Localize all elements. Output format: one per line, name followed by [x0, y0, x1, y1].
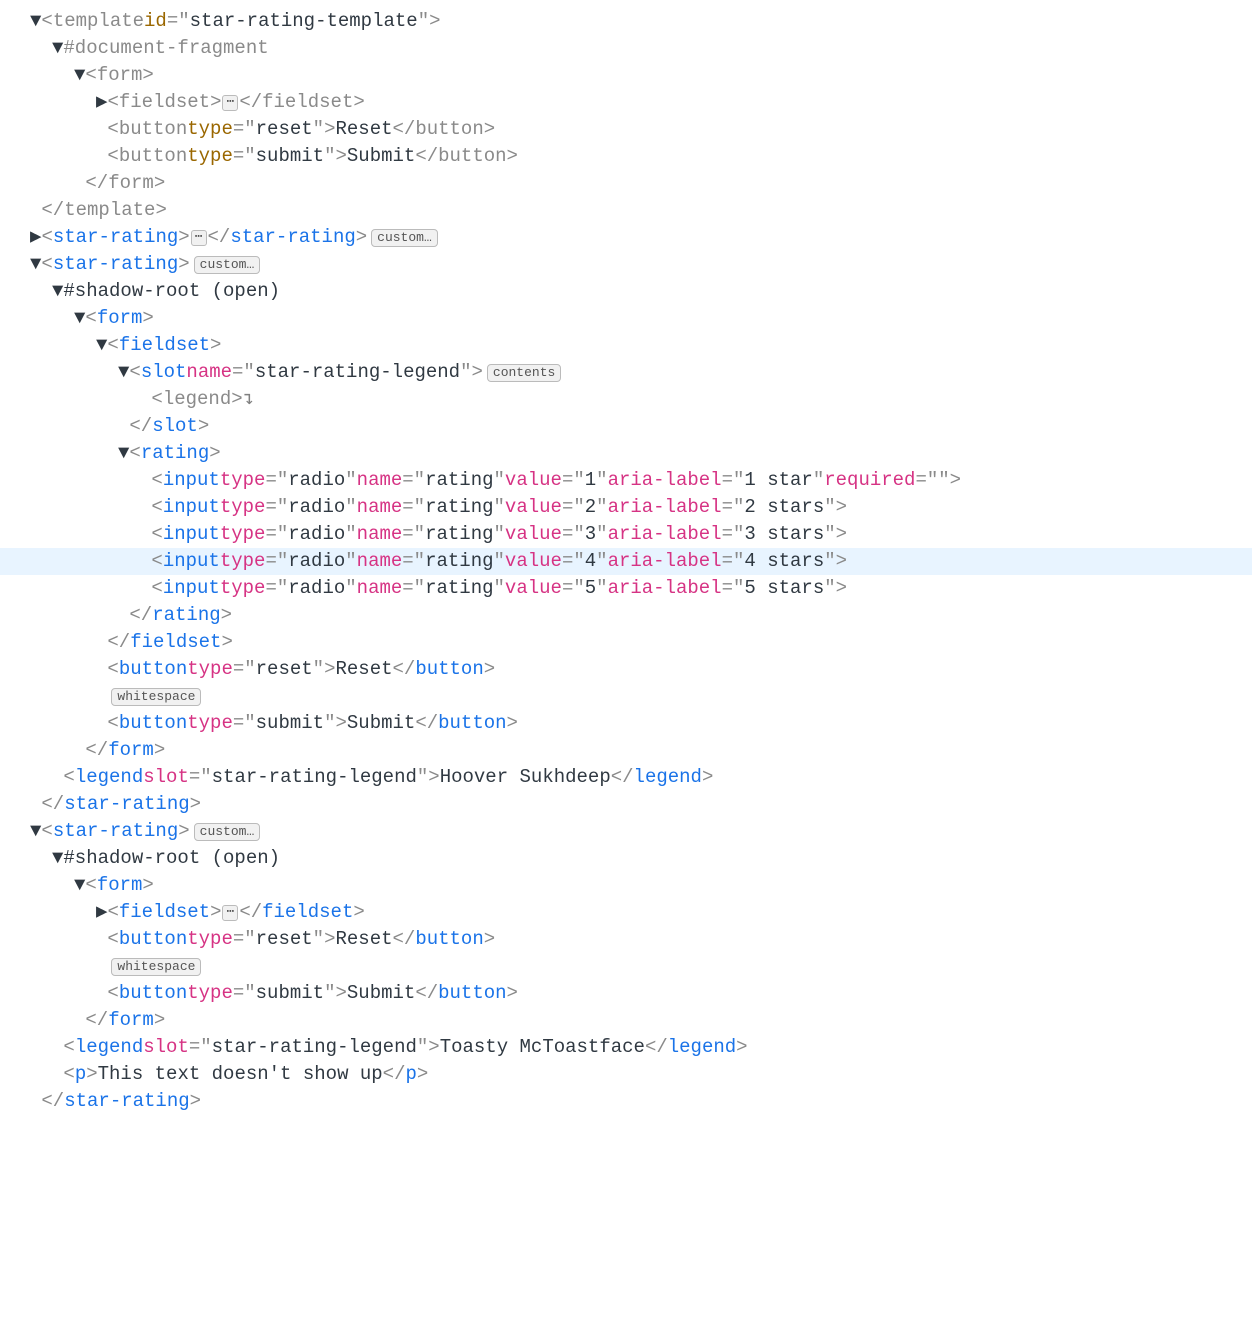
form-open[interactable]: ▼<form> — [0, 305, 1252, 332]
slot-open[interactable]: ▼<slot name="star-rating-legend"> conten… — [0, 359, 1252, 386]
disclosure-triangle-icon[interactable]: ▼ — [96, 332, 107, 359]
contents-badge[interactable]: contents — [487, 364, 561, 382]
reveal-arrow-icon: ↴ — [243, 386, 254, 413]
shadow-root[interactable]: ▼#shadow-root (open) — [0, 845, 1252, 872]
input-radio-5[interactable]: ▼<input type="radio" name="rating" value… — [0, 575, 1252, 602]
button-submit[interactable]: ▼<button type="submit">Submit</button> — [0, 710, 1252, 737]
disclosure-triangle-icon[interactable]: ▼ — [52, 35, 63, 62]
disclosure-triangle-icon[interactable]: ▼ — [74, 872, 85, 899]
legend-light-dom[interactable]: ▼<legend slot="star-rating-legend">Toast… — [0, 1034, 1252, 1061]
custom-badge[interactable]: custom… — [194, 256, 261, 274]
disclosure-triangle-icon[interactable]: ▶ — [30, 224, 41, 251]
star-rating-2-open[interactable]: ▼<star-rating> custom… — [0, 818, 1252, 845]
tag-template: template — [53, 8, 144, 35]
disclosure-triangle-icon[interactable]: ▼ — [118, 440, 129, 467]
disclosure-triangle-icon[interactable]: ▼ — [52, 278, 63, 305]
document-fragment[interactable]: ▼#document-fragment — [0, 35, 1252, 62]
custom-badge[interactable]: custom… — [194, 823, 261, 841]
rating-close: ▼</rating> — [0, 602, 1252, 629]
disclosure-triangle-icon[interactable]: ▼ — [118, 359, 129, 386]
input-radio-2[interactable]: ▼<input type="radio" name="rating" value… — [0, 494, 1252, 521]
button-submit[interactable]: ▼<button type="submit">Submit</button> — [0, 980, 1252, 1007]
star-rating-2-close: ▼</star-rating> — [0, 1088, 1252, 1115]
form-close: ▼</form> — [0, 170, 1252, 197]
ellipsis-badge[interactable]: ⋯ — [191, 230, 207, 246]
custom-badge[interactable]: custom… — [371, 229, 438, 247]
shadow-root[interactable]: ▼#shadow-root (open) — [0, 278, 1252, 305]
template-open[interactable]: ▼<template id="star-rating-template"> — [0, 8, 1252, 35]
star-rating-1-open[interactable]: ▼<star-rating> custom… — [0, 251, 1252, 278]
star-rating-0[interactable]: ▶<star-rating>⋯ </star-rating> custom… — [0, 224, 1252, 251]
whitespace-marker: ▼whitespace — [0, 953, 1252, 980]
fieldset-close: ▼</fieldset> — [0, 629, 1252, 656]
slotted-legend[interactable]: ▼<legend> ↴ — [0, 386, 1252, 413]
dom-tree: ▼<template id="star-rating-template">▼#d… — [0, 8, 1252, 1115]
disclosure-triangle-icon[interactable]: ▼ — [52, 845, 63, 872]
tag-star-rating: star-rating — [53, 818, 178, 845]
whitespace-badge[interactable]: whitespace — [111, 958, 201, 976]
form-close: ▼</form> — [0, 1007, 1252, 1034]
legend-light-dom[interactable]: ▼<legend slot="star-rating-legend">Hoove… — [0, 764, 1252, 791]
button-submit[interactable]: ▼<button type="submit">Submit</button> — [0, 143, 1252, 170]
input-radio-1[interactable]: ▼<input type="radio" name="rating" value… — [0, 467, 1252, 494]
rating-open[interactable]: ▼<rating> — [0, 440, 1252, 467]
fieldset-open[interactable]: ▼<fieldset> — [0, 332, 1252, 359]
fieldset-collapsed[interactable]: ▶<fieldset>⋯</fieldset> — [0, 899, 1252, 926]
shadow-root: #shadow-root (open) — [63, 278, 280, 305]
disclosure-triangle-icon[interactable]: ▼ — [74, 305, 85, 332]
document-fragment: #document-fragment — [63, 35, 268, 62]
fieldset-collapsed[interactable]: ▶<fieldset>⋯</fieldset> — [0, 89, 1252, 116]
whitespace-badge[interactable]: whitespace — [111, 688, 201, 706]
ellipsis-badge[interactable]: ⋯ — [222, 95, 238, 111]
form-open[interactable]: ▼<form> — [0, 62, 1252, 89]
disclosure-triangle-icon[interactable]: ▼ — [30, 8, 41, 35]
whitespace-marker: ▼whitespace — [0, 683, 1252, 710]
disclosure-triangle-icon[interactable]: ▼ — [30, 818, 41, 845]
disclosure-triangle-icon[interactable]: ▶ — [96, 89, 107, 116]
button-reset[interactable]: ▼<button type="reset">Reset</button> — [0, 116, 1252, 143]
form-close: ▼</form> — [0, 737, 1252, 764]
tag-star-rating: star-rating — [53, 224, 178, 251]
disclosure-triangle-icon[interactable]: ▶ — [96, 899, 107, 926]
button-reset[interactable]: ▼<button type="reset">Reset</button> — [0, 656, 1252, 683]
disclosure-triangle-icon[interactable]: ▼ — [30, 251, 41, 278]
star-rating-1-close: ▼</star-rating> — [0, 791, 1252, 818]
tag-star-rating: star-rating — [53, 251, 178, 278]
slot-close: ▼</slot> — [0, 413, 1252, 440]
unslotted-p[interactable]: ▼<p>This text doesn't show up</p> — [0, 1061, 1252, 1088]
disclosure-triangle-icon[interactable]: ▼ — [74, 62, 85, 89]
input-radio-3[interactable]: ▼<input type="radio" name="rating" value… — [0, 521, 1252, 548]
input-radio-4[interactable]: ▼<input type="radio" name="rating" value… — [0, 548, 1252, 575]
button-reset[interactable]: ▼<button type="reset">Reset</button> — [0, 926, 1252, 953]
ellipsis-badge[interactable]: ⋯ — [222, 905, 238, 921]
template-close: ▼</template> — [0, 197, 1252, 224]
shadow-root: #shadow-root (open) — [63, 845, 280, 872]
form-open[interactable]: ▼<form> — [0, 872, 1252, 899]
